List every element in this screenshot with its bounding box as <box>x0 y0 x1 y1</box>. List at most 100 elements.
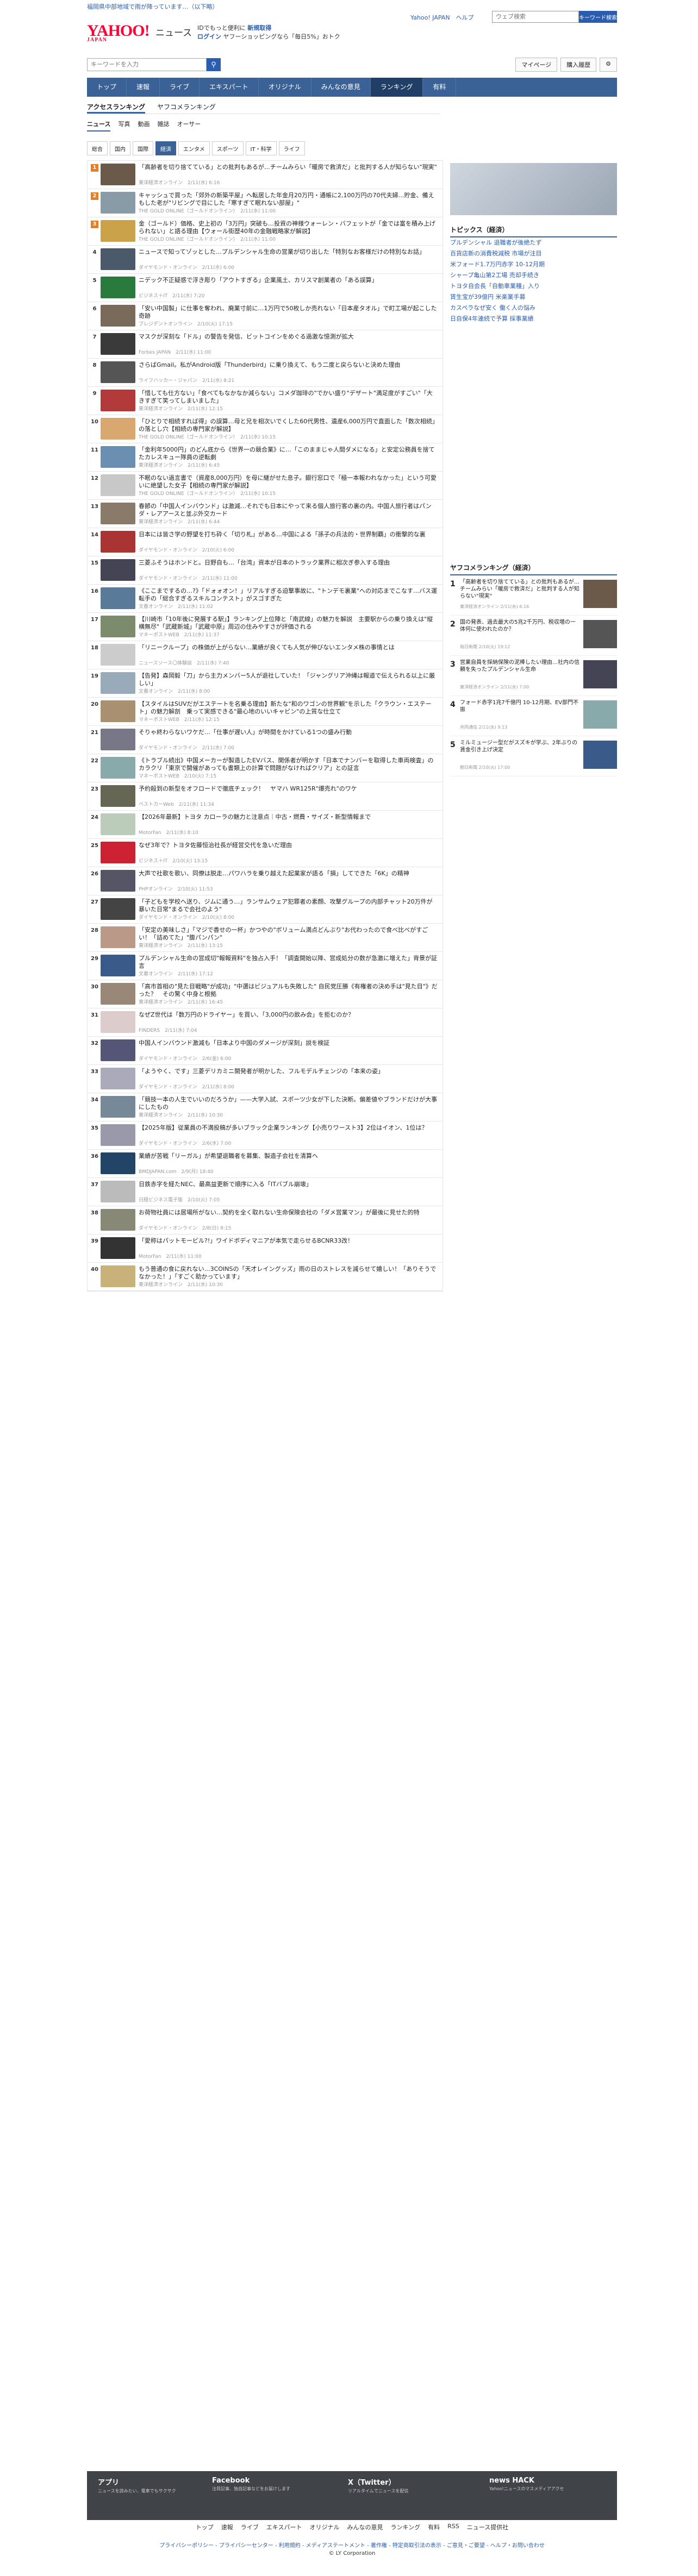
ranking-item[interactable]: 30 「高市首相の"見た目戦略"が成功」"中選はビジュアルも失敗した" 自民党圧勝… <box>88 980 443 1008</box>
article-thumbnail[interactable] <box>101 1265 135 1287</box>
ranking-item[interactable]: 18 「リニークループ」の株価が上がらない…業績が良くても人気が伸びないエンタメ株… <box>88 641 443 669</box>
article-title[interactable]: 「安定の美味しさ」「マジで香せの一杯」かつやの"ボリューム満点どんぶり"お代わっ… <box>139 926 438 942</box>
nav-3[interactable]: エキスパート <box>200 78 259 97</box>
article-thumbnail[interactable] <box>101 813 135 835</box>
article-thumbnail[interactable] <box>101 983 135 1005</box>
ranking-item[interactable]: 37 日鉄赤字を経たNEC、最高益更新で順序に入る「ITバブル崩壊」 日経ビジネス電… <box>88 1178 443 1206</box>
ranking-item[interactable]: 11 「金利年5000円」のどん底から《世界一の競合業》に…「このままじゃ人間ダメ… <box>88 443 443 472</box>
article-title[interactable]: 【川崎市「10年後に発展する駅」】ランキング上位陣と「南武線」の魅力を解説 主要… <box>139 616 438 631</box>
topic-item[interactable]: カスペラなぜ安く 働く人の悩み <box>450 303 617 314</box>
ranking-item[interactable]: 40 もう普通の食に戻れない…3COINSの「天才レイングッズ」雨の日のストレスを… <box>88 1263 443 1291</box>
web-search-button[interactable]: キーワード検索 <box>579 11 617 23</box>
article-title[interactable]: 「惜しても仕方ない」「食べてもなかなか減らない」コメダ珈琲の"でかい盛り"デザー… <box>139 390 438 405</box>
article-title[interactable]: 「競技一本の人生でいいのだろうか」——大学入試、スポーツ少女が下した決断。偏差値… <box>139 1096 438 1111</box>
ranking-item[interactable]: 38 お荷物社員には居場所がない…契約を全く取れない生命保険会社の「ダメ営業マン」… <box>88 1206 443 1234</box>
mypage-button[interactable]: マイページ <box>515 58 558 72</box>
ranking-item[interactable]: 25 なぜ3年で？トヨタ佐藤恒治社長が経営交代を急いだ理由 ビジネス＋IT 2/10… <box>88 839 443 867</box>
article-title[interactable]: ニデック不正疑惑で浮き彫り「アウトすぎる」企業風土、カリスマ創業者の「ある誤算」 <box>139 277 438 284</box>
article-thumbnail[interactable] <box>101 1152 135 1174</box>
tab-category-6[interactable]: IT・科学 <box>245 141 277 155</box>
article-title[interactable]: 「リニークループ」の株価が上がらない…業績が良くても人気が伸びないエンタメ株の事… <box>139 644 438 651</box>
purchase-history-button[interactable]: 購入履歴 <box>560 58 597 72</box>
footer-link-6[interactable]: ランキング <box>390 2523 420 2531</box>
article-thumbnail[interactable] <box>101 1096 135 1118</box>
ranking-item[interactable]: 19 【告発】森岡毅「刀」から主力メンバー5人が退社していた！「ジャングリア沖縄は… <box>88 669 443 698</box>
article-title[interactable]: 「愛称はパットモービル?!」ワイドボディマニアが本気で走らせるBCNR33改！ <box>139 1237 438 1245</box>
comment-article-thumbnail[interactable] <box>583 741 617 769</box>
comment-article-title[interactable]: 営業自員を採納保険の泥棒したい理由…社内の信頼を失ったプルデンシャル生命 <box>460 659 579 673</box>
ranking-item[interactable]: 13 春節の「中国人インバウンド」は激減…それでも日本にやって来る個人旅行客の裏の… <box>88 500 443 528</box>
comment-article-thumbnail[interactable] <box>583 620 617 648</box>
footer-link-9[interactable]: ニュース提供社 <box>467 2523 508 2531</box>
article-title[interactable]: なぜZ世代は「数万円のドライヤー」を買い、「3,000円の飲み会」を拒むのか？ <box>139 1011 438 1019</box>
ranking-item[interactable]: 33 「ようやく、です」三菱デリカミニ開発者が明かした、フルモデルチェンジの「本来… <box>88 1065 443 1093</box>
topic-item[interactable]: 日自保4年連続で予算 採事業績 <box>450 314 617 324</box>
article-thumbnail[interactable] <box>101 305 135 327</box>
article-thumbnail[interactable] <box>101 1068 135 1089</box>
tab-category-3[interactable]: 経済 <box>155 141 176 155</box>
article-title[interactable]: 「ひとりで相続すれば得」の誤算…母と兄を相次いでくした60代男性、遺産6,000… <box>139 418 438 433</box>
tab-category-1[interactable]: 国内 <box>110 141 130 155</box>
nav-7[interactable]: 有料 <box>423 78 457 97</box>
ranking-item[interactable]: 5 ニデック不正疑惑で浮き彫り「アウトすぎる」企業風土、カリスマ創業者の「ある誤算… <box>88 274 443 302</box>
article-title[interactable]: 業績が苦戦「リーガル」が希望退職者を募集、製造子会社を清算へ <box>139 1152 438 1160</box>
ranking-item[interactable]: 34 「競技一本の人生でいいのだろうか」——大学入試、スポーツ少女が下した決断。偏… <box>88 1093 443 1121</box>
x-link[interactable]: X（Twitter） リアルタイムでニュースを配信 <box>348 2477 446 2494</box>
article-title[interactable]: 【2025年版】従業員の不満投稿が多いブラック企業ランキング【小売りワースト3】… <box>139 1124 438 1132</box>
article-thumbnail[interactable] <box>101 559 135 581</box>
login-link[interactable]: ログイン <box>197 33 221 40</box>
side-banner[interactable] <box>450 163 617 215</box>
tab-category-2[interactable]: 国際 <box>133 141 153 155</box>
ranking-item[interactable]: 26 大声で社歌を歌い、同僚は脱走…パワハラを乗り越えた起業家が語る「損」してでき… <box>88 867 443 895</box>
footer-link-3[interactable]: エキスパート <box>266 2523 302 2531</box>
ranking-item[interactable]: 29 プルデンシャル生命の営成切"報報資料"を独占入手！「調査開始以降、営成処分の… <box>88 952 443 980</box>
ranking-item[interactable]: 36 業績が苦戦「リーガル」が希望退職者を募集、製造子会社を清算へ BMDJAPAN… <box>88 1150 443 1178</box>
ranking-item[interactable]: 8 さらばGmail。私がAndroid版「Thunderbird」に乗り換えて、… <box>88 359 443 387</box>
article-thumbnail[interactable] <box>101 418 135 440</box>
ranking-item[interactable]: 17 【川崎市「10年後に発展する駅」】ランキング上位陣と「南武線」の魅力を解説 … <box>88 613 443 641</box>
facebook-link[interactable]: Facebook 注目記事、独自記事などをお届けします <box>212 2477 310 2492</box>
article-thumbnail[interactable] <box>101 955 135 976</box>
ranking-item[interactable]: 14 日本には皆さ学の野望を打ち砕く「切り札」がある…中国による「孫子の兵法的・世… <box>88 528 443 556</box>
article-title[interactable]: 《ここまでするの…?》「ドォォオン！」リアルすぎる迫撃事故に、"トンデモ裏業"へ… <box>139 587 438 603</box>
ranking-item[interactable]: 2 キャッシュで買った「郊外の新築平屋」へ転居した年金月20万円・通帳に2,100… <box>88 189 443 217</box>
article-title[interactable]: そりゃ終わらないワケだ…「仕事が遅い人」が時間をかけている1つの盛み行動 <box>139 729 438 736</box>
article-thumbnail[interactable] <box>101 531 135 553</box>
article-title[interactable]: 《トラブル続出》中国メーカーが製造したEVバス、関係者が明かす「日本でナンバーを… <box>139 757 438 772</box>
article-title[interactable]: 日鉄赤字を経たNEC、最高益更新で順序に入る「ITバブル崩壊」 <box>139 1181 438 1188</box>
article-title[interactable]: キャッシュで買った「郊外の新築平屋」へ転居した年金月20万円・通帳に2,100万… <box>139 192 438 207</box>
comment-ranking-item[interactable]: 4 フォード赤字1兆7千億円 10-12月期、EV部門不振 共同通信 2/11(水)… <box>450 696 617 736</box>
article-thumbnail[interactable] <box>101 842 135 863</box>
article-title[interactable]: 「子どもを学校へ送り、ジムに通う…」ランサムウェア犯罪者の素顔、攻撃グループの内… <box>139 898 438 913</box>
article-thumbnail[interactable] <box>101 164 135 185</box>
article-title[interactable]: 「金利年5000円」のどん底から《世界一の競合業》に…「このままじゃ人間ダメにな… <box>139 446 438 461</box>
article-title[interactable]: 大声で社歌を歌い、同僚は脱走…パワハラを乗り越えた起業家が語る「損」してできた「… <box>139 870 438 878</box>
comment-ranking-item[interactable]: 2 国の発表、過去最大の5兆2千万円、税収増の一体何に使われたのか？ 毎日新聞 2/… <box>450 616 617 656</box>
article-thumbnail[interactable] <box>101 361 135 383</box>
article-title[interactable]: 【2026年最新】トヨタ カローラの魅力と注意点｜中古・燃費・サイズ・新型情報ま… <box>139 813 438 821</box>
tab-category-5[interactable]: スポーツ <box>211 141 244 155</box>
ranking-item[interactable]: 35 【2025年版】従業員の不満投稿が多いブラック企業ランキング【小売りワースト… <box>88 1121 443 1150</box>
signup-link[interactable]: 新規取得 <box>247 24 271 32</box>
article-title[interactable]: 予約殺到の新型をオフロードで徹底チェック！ ヤマハ WR125R"爆売れ"のワケ <box>139 785 438 793</box>
ranking-item[interactable]: 3 金（ゴールド）価格、史上初の「3万円」突破も…投資の神様ウォーレン・バフェット… <box>88 217 443 246</box>
comment-article-title[interactable]: フォード赤字1兆7千億円 10-12月期、EV部門不振 <box>460 699 579 713</box>
web-search-input[interactable] <box>492 11 579 23</box>
topic-item[interactable]: 賃生宝が39億円 米楽業手募 <box>450 292 617 303</box>
article-thumbnail[interactable] <box>101 587 135 609</box>
ranking-item[interactable]: 4 ニュースで知ってゾッとした…プルデンシャル生命の営業が切り出した「特別なお客様… <box>88 246 443 274</box>
article-thumbnail[interactable] <box>101 898 135 920</box>
article-title[interactable]: 【告発】森岡毅「刀」から主力メンバー5人が退社していた！「ジャングリア沖縄は報道… <box>139 672 438 687</box>
footer-link-5[interactable]: みんなの意見 <box>347 2523 383 2531</box>
article-title[interactable]: 「高市首相の"見た目戦略"が成功」"中選はビジュアルも失敗した" 自民党圧勝《有… <box>139 983 438 998</box>
app-link[interactable]: アプリ ニュースを読みたい、電車でもサクサク <box>98 2477 185 2494</box>
article-title[interactable]: もう普通の食に戻れない…3COINSの「天才レイングッズ」雨の日のストレスを減ら… <box>139 1265 438 1281</box>
article-thumbnail[interactable] <box>101 700 135 722</box>
article-thumbnail[interactable] <box>101 870 135 892</box>
topic-item[interactable]: 百貨店新の消費税減税 市場が注目 <box>450 248 617 259</box>
footer-link-0[interactable]: トップ <box>196 2523 214 2531</box>
ranking-item[interactable]: 10 「ひとりで相続すれば得」の誤算…母と兄を相次いでくした60代男性、遺産6,0… <box>88 415 443 443</box>
article-title[interactable]: 金（ゴールド）価格、史上初の「3万円」突破も…投資の神様ウォーレン・バフェットが… <box>139 220 438 235</box>
nav-0[interactable]: トップ <box>87 78 127 97</box>
article-thumbnail[interactable] <box>101 248 135 270</box>
